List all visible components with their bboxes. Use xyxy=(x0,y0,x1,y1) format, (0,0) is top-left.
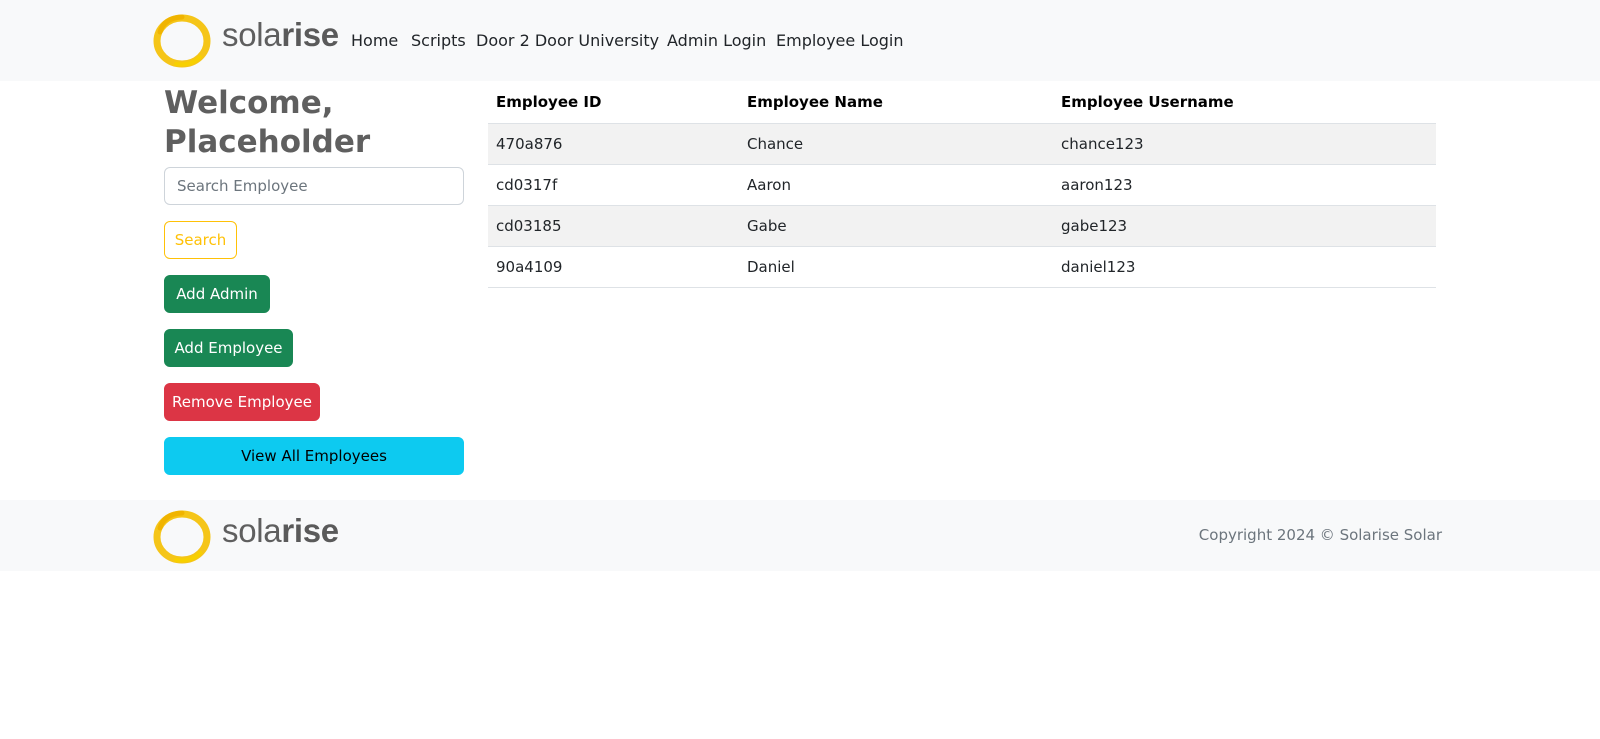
footer-brand-logo[interactable]: solarise xyxy=(152,508,339,566)
top-navbar: solarise Home Scripts Door 2 Door Univer… xyxy=(0,0,1600,81)
cell-employee-id: 470a876 xyxy=(488,123,739,165)
logo-wordmark: solarise xyxy=(222,16,339,53)
table-header-row: Employee ID Employee Name Employee Usern… xyxy=(488,82,1436,124)
column-header-employee-username: Employee Username xyxy=(1053,82,1436,124)
search-button[interactable]: Search xyxy=(164,221,237,259)
cell-employee-name: Gabe xyxy=(739,205,1053,247)
cell-employee-username: daniel123 xyxy=(1053,246,1436,288)
add-admin-button[interactable]: Add Admin xyxy=(164,275,270,313)
cell-employee-username: chance123 xyxy=(1053,123,1436,165)
nav-home[interactable]: Home xyxy=(351,31,398,50)
logo-wordmark: solarise xyxy=(222,512,339,549)
add-employee-button[interactable]: Add Employee xyxy=(164,329,293,367)
copyright-text: Copyright 2024 © Solarise Solar xyxy=(1198,526,1442,544)
remove-employee-button[interactable]: Remove Employee xyxy=(164,383,320,421)
nav-door2door-university[interactable]: Door 2 Door University xyxy=(476,31,659,50)
column-header-employee-name: Employee Name xyxy=(739,82,1053,124)
cell-employee-id: 90a4109 xyxy=(488,246,739,288)
cell-employee-id: cd03185 xyxy=(488,205,739,247)
table-row: 90a4109 Daniel daniel123 xyxy=(488,246,1436,288)
cell-employee-username: aaron123 xyxy=(1053,164,1436,206)
brand-logo[interactable]: solarise xyxy=(152,12,339,70)
cell-employee-name: Daniel xyxy=(739,246,1053,288)
nav-scripts[interactable]: Scripts xyxy=(411,31,466,50)
table-row: cd0317f Aaron aaron123 xyxy=(488,164,1436,206)
sun-ring-icon xyxy=(153,510,211,564)
view-all-employees-button[interactable]: View All Employees xyxy=(164,437,464,475)
table-row: 470a876 Chance chance123 xyxy=(488,123,1436,165)
table-row: cd03185 Gabe gabe123 xyxy=(488,205,1436,247)
search-input[interactable] xyxy=(164,167,464,205)
cell-employee-name: Chance xyxy=(739,123,1053,165)
cell-employee-username: gabe123 xyxy=(1053,205,1436,247)
page-title: Welcome, Placeholder xyxy=(164,85,371,160)
column-header-employee-id: Employee ID xyxy=(488,82,739,124)
cell-employee-name: Aaron xyxy=(739,164,1053,206)
employee-table: Employee ID Employee Name Employee Usern… xyxy=(488,82,1436,288)
sun-ring-icon xyxy=(153,14,211,68)
nav-admin-login[interactable]: Admin Login xyxy=(667,31,766,50)
nav-employee-login[interactable]: Employee Login xyxy=(776,31,904,50)
page-footer: solarise Copyright 2024 © Solarise Solar xyxy=(0,500,1600,571)
cell-employee-id: cd0317f xyxy=(488,164,739,206)
